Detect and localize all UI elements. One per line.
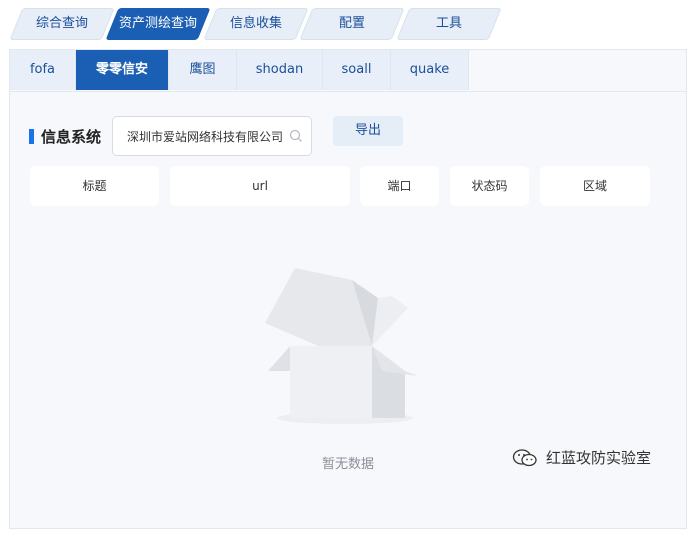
sub-tab-hunter[interactable]: 鹰图 xyxy=(169,50,237,90)
sub-tab-fofa[interactable]: fofa xyxy=(10,50,76,90)
top-tab-bar: 综合查询 资产测绘查询 信息收集 配置 工具 xyxy=(0,0,695,45)
sub-tab-bar: fofa 零零信安 鹰图 shodan soall quake xyxy=(10,50,686,92)
column-header-status-code[interactable]: 状态码 xyxy=(450,166,529,206)
top-tab-label: 综合查询 xyxy=(35,16,88,31)
top-tab-config[interactable]: 配置 xyxy=(299,8,405,40)
sub-tab-zerozero[interactable]: 零零信安 xyxy=(76,50,169,90)
top-tab-label: 配置 xyxy=(338,16,365,31)
search-input[interactable]: 深圳市爱站网络科技有限公司 xyxy=(112,116,312,156)
column-header-title[interactable]: 标题 xyxy=(30,166,159,206)
column-header-port[interactable]: 端口 xyxy=(360,166,439,206)
top-tab-info-collection[interactable]: 信息收集 xyxy=(203,8,309,40)
wechat-icon xyxy=(512,448,537,466)
column-header-url[interactable]: url xyxy=(170,166,350,206)
watermark-text: 红蓝攻防实验室 xyxy=(546,449,652,467)
section-title: 信息系统 xyxy=(41,127,102,146)
watermark: 红蓝攻防实验室 xyxy=(512,447,651,468)
export-button[interactable]: 导出 xyxy=(333,116,403,146)
search-input-value: 深圳市爱站网络科技有限公司 xyxy=(127,129,284,144)
top-tab-combined-query[interactable]: 综合查询 xyxy=(9,8,115,40)
top-tab-label: 资产测绘查询 xyxy=(118,16,197,31)
top-tab-label: 信息收集 xyxy=(229,16,282,31)
sub-tab-soall[interactable]: soall xyxy=(323,50,391,90)
top-tab-asset-mapping[interactable]: 资产测绘查询 xyxy=(105,8,211,40)
search-icon[interactable] xyxy=(289,129,303,143)
empty-box-icon xyxy=(265,268,418,424)
section-marker xyxy=(29,128,34,144)
sub-tab-shodan[interactable]: shodan xyxy=(237,50,323,90)
column-header-region[interactable]: 区域 xyxy=(540,166,650,206)
sub-tab-quake[interactable]: quake xyxy=(391,50,469,90)
top-tab-tools[interactable]: 工具 xyxy=(396,8,502,40)
top-tab-label: 工具 xyxy=(435,16,462,31)
section-header: 信息系统 xyxy=(29,116,101,156)
